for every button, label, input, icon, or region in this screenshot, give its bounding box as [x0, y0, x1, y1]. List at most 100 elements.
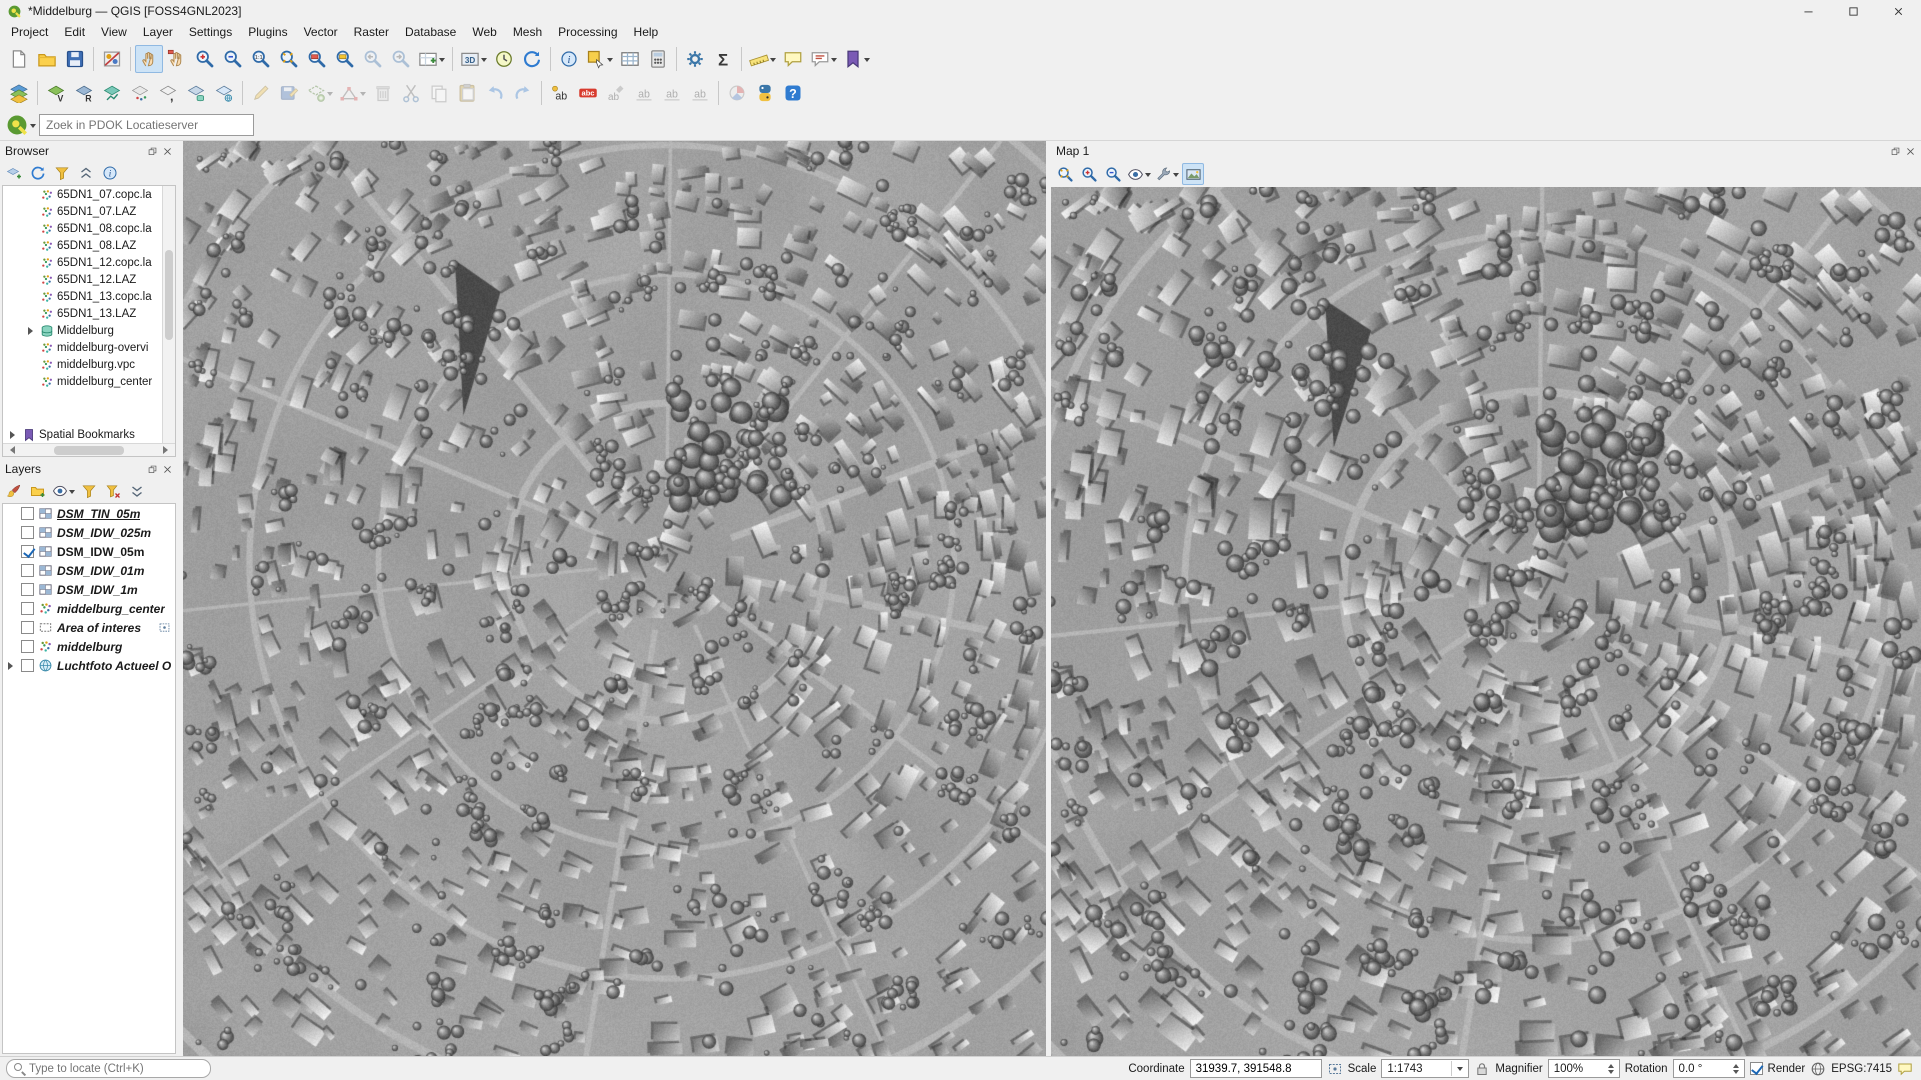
map1-float-button[interactable]: [1890, 146, 1901, 157]
browser-item-65dn1-12-copc-la[interactable]: 65DN1_12.copc.la: [3, 254, 175, 271]
menu-plugins[interactable]: Plugins: [240, 23, 295, 41]
browser-properties[interactable]: i: [99, 162, 121, 184]
layers-float-button[interactable]: [147, 464, 158, 475]
layer-item-label[interactable]: Area of interes: [57, 621, 141, 635]
zoom-out[interactable]: [219, 45, 247, 73]
browser-item-middelburg-center[interactable]: middelburg_center: [3, 373, 175, 390]
render-checkbox[interactable]: [1750, 1062, 1763, 1075]
menu-processing[interactable]: Processing: [550, 23, 625, 41]
map1-map-settings[interactable]: [1154, 163, 1180, 185]
new-map-view-dropdown[interactable]: [439, 58, 445, 65]
show-spatial-bookmarks[interactable]: [840, 45, 873, 73]
minimize-button[interactable]: [1786, 0, 1831, 22]
scroll-right-arrow[interactable]: [163, 446, 172, 454]
layer-checkbox-dsm-idw-01m[interactable]: [21, 564, 34, 577]
messages-icon[interactable]: [1897, 1061, 1913, 1077]
browser-item-65dn1-13-copc-la[interactable]: 65DN1_13.copc.la: [3, 288, 175, 305]
map1-map-settings-dropdown[interactable]: [1173, 173, 1179, 180]
map1-sync-view[interactable]: [1182, 163, 1204, 185]
field-calculator[interactable]: [644, 45, 672, 73]
layer-checkbox-dsm-tin-05m[interactable]: [21, 507, 34, 520]
browser-item-spatial-bookmarks[interactable]: Spatial Bookmarks: [3, 426, 162, 443]
layer-item-dsm-tin-05m[interactable]: DSM_TIN_05m: [3, 504, 175, 523]
menu-vector[interactable]: Vector: [296, 23, 346, 41]
map1-view-settings-dropdown[interactable]: [1145, 173, 1151, 180]
menu-raster[interactable]: Raster: [346, 23, 397, 41]
filter-legend[interactable]: [78, 480, 100, 502]
add-delimited-text-layer[interactable]: ,: [154, 79, 182, 107]
expand-arrow-icon[interactable]: [27, 327, 37, 335]
new-3d-map-view-dropdown[interactable]: [481, 58, 487, 65]
browser-horizontal-scrollbar[interactable]: [3, 443, 175, 456]
magnifier-spinner[interactable]: 100%: [1548, 1059, 1620, 1078]
layer-item-dsm-idw-025m[interactable]: DSM_IDW_025m: [3, 523, 175, 542]
metasearch-icon[interactable]: [5, 113, 36, 137]
layer-item-label[interactable]: middelburg_center: [57, 602, 165, 616]
map-canvas-map1[interactable]: [1051, 187, 1921, 1056]
add-wms-layer[interactable]: [210, 79, 238, 107]
layer-item-area-of-interes[interactable]: Area of interes: [3, 618, 175, 637]
locate-input[interactable]: [29, 1063, 203, 1075]
crs-status[interactable]: EPSG:7415: [1831, 1063, 1892, 1075]
scale-combobox[interactable]: 1:1743: [1381, 1059, 1469, 1078]
add-point-cloud-layer[interactable]: [126, 79, 154, 107]
menu-web[interactable]: Web: [464, 23, 504, 41]
layer-item-label[interactable]: DSM_TIN_05m: [57, 507, 140, 521]
layer-checkbox-dsm-idw-025m[interactable]: [21, 526, 34, 539]
rotation-spinner[interactable]: 0.0 °: [1673, 1059, 1745, 1078]
map1-zoom-out[interactable]: [1102, 163, 1124, 185]
coordinate-value[interactable]: [1190, 1059, 1322, 1078]
layer-item-label[interactable]: DSM_IDW_025m: [57, 526, 151, 540]
layer-item-label[interactable]: DSM_IDW_05m: [57, 545, 144, 559]
browser-item-65dn1-07-laz[interactable]: 65DN1_07.LAZ: [3, 203, 175, 220]
map1-close-button[interactable]: [1905, 146, 1916, 157]
show-spatial-bookmarks-dropdown[interactable]: [864, 58, 870, 65]
layer-item-dsm-idw-05m[interactable]: DSM_IDW_05m: [3, 542, 175, 561]
zoom-native[interactable]: 1:1: [247, 45, 275, 73]
spinner-arrows[interactable]: [1730, 1061, 1742, 1077]
layer-checkbox-area-of-interes[interactable]: [21, 621, 34, 634]
browser-item-middelburg-overvi[interactable]: middelburg-overvi: [3, 339, 175, 356]
layer-item-middelburg[interactable]: middelburg: [3, 637, 175, 656]
map1-zoom-in[interactable]: [1078, 163, 1100, 185]
scrollbar-thumb[interactable]: [54, 446, 124, 455]
map-canvas-main[interactable]: [183, 141, 1046, 1056]
new-annotation[interactable]: [807, 45, 840, 73]
open-project[interactable]: [33, 45, 61, 73]
expand-collapse-all[interactable]: [126, 480, 148, 502]
scroll-left-arrow[interactable]: [6, 446, 15, 454]
layer-checkbox-middelburg[interactable]: [21, 640, 34, 653]
layer-item-label[interactable]: DSM_IDW_01m: [57, 564, 144, 578]
filter-legend-by-expression[interactable]: [102, 480, 124, 502]
layer-item-label[interactable]: DSM_IDW_1m: [57, 583, 138, 597]
expand-arrow-icon[interactable]: [9, 431, 19, 439]
layer-checkbox-middelburg-center[interactable]: [21, 602, 34, 615]
menu-mesh[interactable]: Mesh: [505, 23, 550, 41]
add-raster-layer[interactable]: R: [70, 79, 98, 107]
processing-toolbox[interactable]: [681, 45, 709, 73]
refresh-browser[interactable]: [27, 162, 49, 184]
help-contents[interactable]: ?: [779, 79, 807, 107]
add-vector-layer[interactable]: V: [42, 79, 70, 107]
crs-icon[interactable]: [1810, 1061, 1826, 1077]
pan-map[interactable]: [135, 45, 163, 73]
browser-item-65dn1-13-laz[interactable]: 65DN1_13.LAZ: [3, 305, 175, 322]
map1-view-settings[interactable]: [1126, 163, 1152, 185]
add-group[interactable]: [27, 480, 49, 502]
menu-project[interactable]: Project: [3, 23, 56, 41]
zoom-to-layer[interactable]: [331, 45, 359, 73]
map-tips[interactable]: [779, 45, 807, 73]
layer-labeling[interactable]: ab: [546, 79, 574, 107]
spinner-arrows[interactable]: [1605, 1061, 1617, 1077]
lock-scale-icon[interactable]: [1474, 1061, 1490, 1077]
browser-close-button[interactable]: [162, 146, 173, 157]
layer-checkbox-luchtfoto-actueel-o[interactable]: [21, 659, 34, 672]
menu-settings[interactable]: Settings: [181, 23, 240, 41]
pan-to-selection[interactable]: [163, 45, 191, 73]
metasearch-dropdown[interactable]: [30, 124, 36, 131]
extents-icon[interactable]: [1327, 1061, 1343, 1077]
menu-help[interactable]: Help: [626, 23, 667, 41]
maximize-button[interactable]: [1831, 0, 1876, 22]
add-selected-layers[interactable]: [3, 162, 25, 184]
map1-zoom-full[interactable]: [1054, 163, 1076, 185]
